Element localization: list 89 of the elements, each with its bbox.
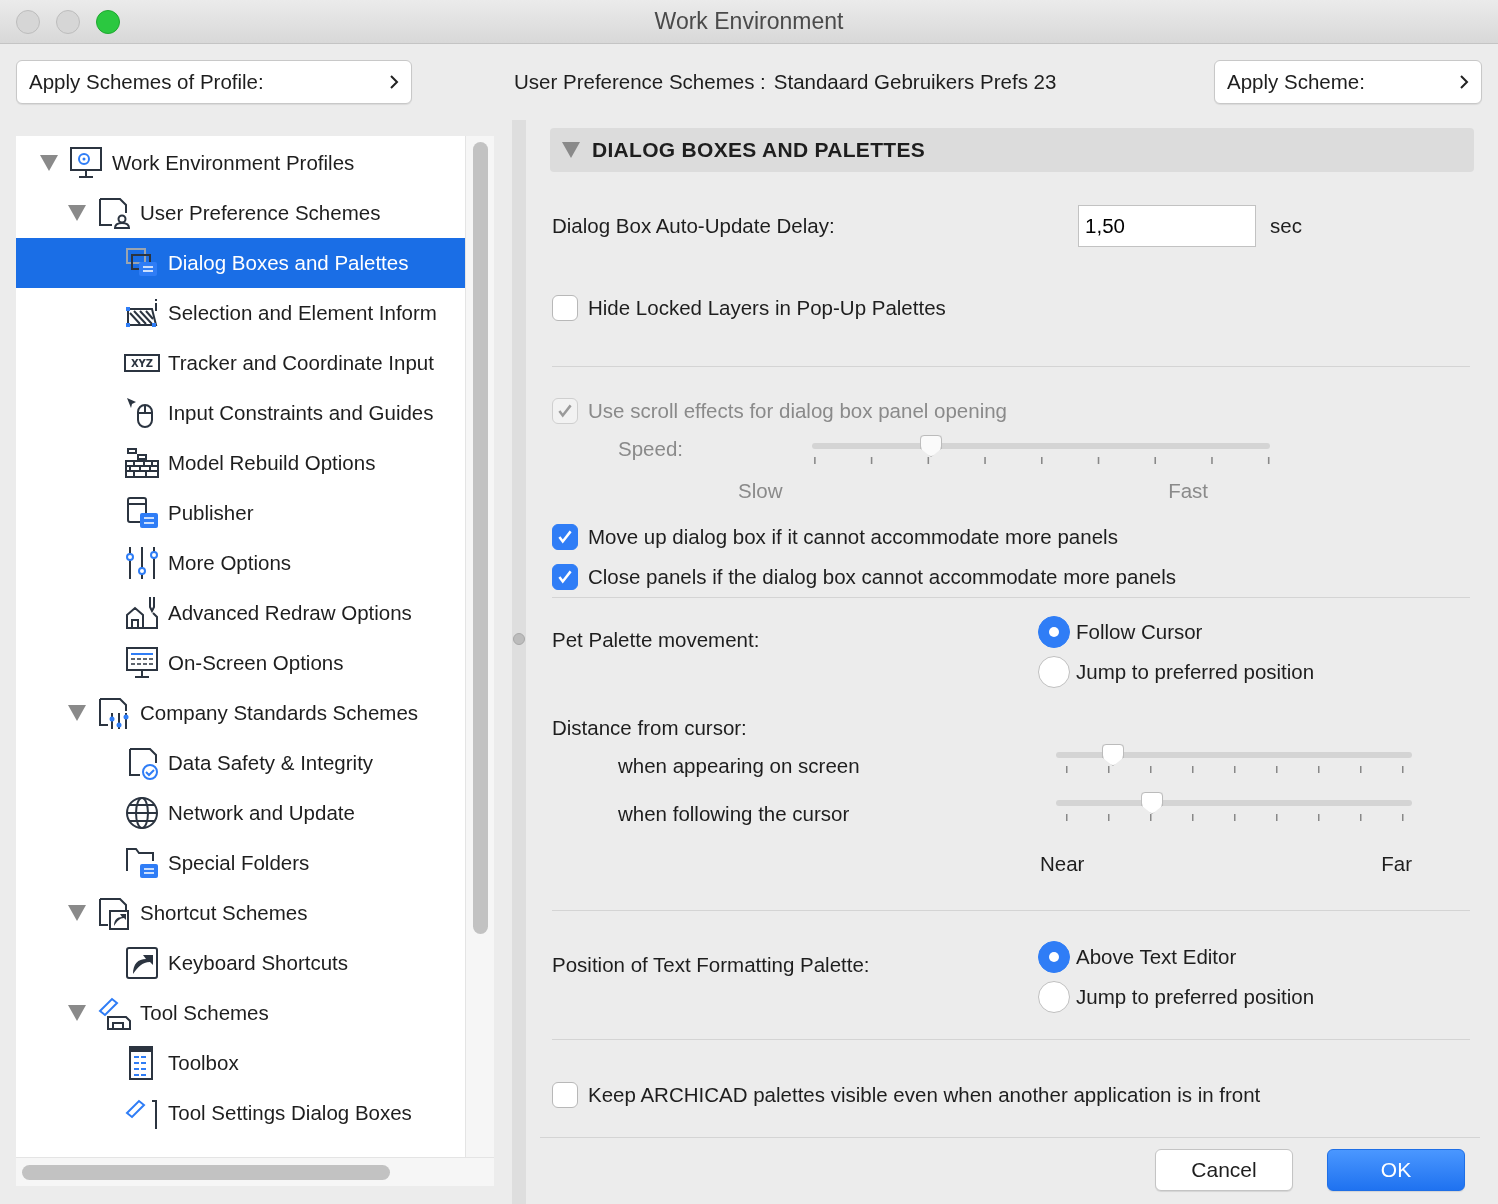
document-list-icon: [124, 495, 160, 531]
floppy-arrow-icon: [96, 895, 132, 931]
tree-item[interactable]: Publisher: [16, 488, 465, 538]
tree-item[interactable]: Work Environment Profiles: [16, 138, 465, 188]
floppy-user-icon: [96, 195, 132, 231]
section-title: DIALOG BOXES AND PALETTES: [592, 138, 926, 162]
bricks-icon: [124, 445, 160, 481]
field-label: Pet Palette movement:: [552, 628, 761, 652]
zoom-button[interactable]: [96, 10, 120, 34]
checkbox[interactable]: [552, 524, 578, 550]
house-icon: [124, 595, 160, 631]
checkbox-label: Keep ARCHICAD palettes visible even when another application is in front: [588, 1083, 1261, 1107]
splitter-handle[interactable]: [512, 120, 526, 1204]
min-label: Slow: [738, 479, 783, 504]
radio-label: Above Text Editor: [1076, 945, 1237, 969]
checkbox-label: Hide Locked Layers in Pop-Up Palettes: [588, 296, 946, 320]
ok-button[interactable]: OK: [1327, 1149, 1465, 1191]
disclosure-triangle-icon[interactable]: [40, 155, 58, 171]
chevron-right-icon: [1459, 74, 1469, 90]
close-button[interactable]: [16, 10, 40, 34]
minimize-button[interactable]: [56, 10, 80, 34]
radio-label: Jump to preferred position: [1076, 660, 1315, 684]
tree-item[interactable]: XYZ Tracker and Coordinate Input: [16, 338, 465, 388]
tree-item[interactable]: User Preference Schemes: [16, 188, 465, 238]
slider-thumb[interactable]: [1101, 744, 1124, 766]
slider-label: Speed:: [617, 436, 684, 461]
radio-button[interactable]: [1038, 981, 1070, 1013]
checkbox[interactable]: [552, 1082, 578, 1108]
field-label: Dialog Box Auto-Update Delay:: [552, 214, 835, 238]
chevron-right-icon: [389, 74, 399, 90]
monitor-icon: [124, 645, 160, 681]
radio-label: Jump to preferred position: [1076, 985, 1315, 1009]
window-title: Work Environment: [654, 8, 844, 35]
globe-icon: [124, 795, 160, 831]
field-label: Distance from cursor:: [552, 716, 748, 741]
coordinate-icon: XYZ: [124, 354, 160, 372]
field-label: Position of Text Formatting Palette:: [552, 953, 871, 977]
apply-scheme-button[interactable]: Apply Scheme:: [1214, 60, 1482, 104]
checkbox-label: Use scroll effects for dialog box panel opening: [588, 399, 1007, 423]
tree-item[interactable]: Tool Schemes: [16, 988, 465, 1038]
tree-item[interactable]: On-Screen Options: [16, 638, 465, 688]
max-label: Fast: [1168, 479, 1208, 504]
unit-label: sec: [1270, 214, 1302, 238]
checkbox-label: Move up dialog box if it cannot accommodate more panels: [588, 525, 1118, 549]
sliders-icon: [124, 545, 160, 581]
apply-profile-button[interactable]: Apply Schemes of Profile:: [16, 60, 412, 104]
radio-button[interactable]: [1038, 616, 1070, 648]
disclosure-triangle-icon[interactable]: [68, 905, 86, 921]
slider-thumb[interactable]: [1141, 792, 1164, 814]
scheme-name: Standaard Gebruikers Prefs 23: [773, 70, 1057, 94]
radio-button[interactable]: [1038, 656, 1070, 688]
disclosure-triangle-icon[interactable]: [68, 1005, 86, 1021]
tree-item[interactable]: Advanced Redraw Options: [16, 588, 465, 638]
checkmark-icon: [556, 568, 574, 586]
checkbox-label: Close panels if the dialog box cannot accommodate more panels: [588, 565, 1176, 589]
tree-item[interactable]: Special Folders: [16, 838, 465, 888]
tree-item[interactable]: Input Constraints and Guides: [16, 388, 465, 438]
tree-item[interactable]: Selection and Element Inform: [16, 288, 465, 338]
section-header[interactable]: DIALOG BOXES AND PALETTES: [550, 128, 1474, 172]
radio-label: Follow Cursor: [1076, 620, 1203, 644]
delay-input[interactable]: 1,50: [1078, 205, 1257, 247]
slider-label: when following the cursor: [617, 801, 851, 826]
tree-item[interactable]: More Options: [16, 538, 465, 588]
max-label: Far: [1381, 852, 1412, 876]
scrollbar-thumb[interactable]: [22, 1164, 390, 1180]
tree-item[interactable]: Model Rebuild Options: [16, 438, 465, 488]
checkbox[interactable]: [552, 564, 578, 590]
tree-item[interactable]: Company Standards Schemes: [16, 688, 465, 738]
checkmark-icon: [556, 528, 574, 546]
cancel-button[interactable]: Cancel: [1155, 1149, 1293, 1191]
tree-item[interactable]: Toolbox: [16, 1038, 465, 1088]
tree-item[interactable]: Network and Update: [16, 788, 465, 838]
tree-item[interactable]: Tool Settings Dialog Boxes: [16, 1088, 465, 1138]
folder-list-icon: [124, 845, 160, 881]
arrow-key-icon: [124, 945, 160, 981]
scrollbar-thumb[interactable]: [472, 142, 488, 934]
radio-button[interactable]: [1038, 941, 1070, 973]
disclosure-triangle-icon[interactable]: [68, 705, 86, 721]
tree-item[interactable]: Dialog Boxes and Palettes: [16, 238, 465, 288]
disclosure-triangle-icon[interactable]: [68, 205, 86, 221]
min-label: Near: [1040, 852, 1085, 876]
checkmark-icon: [556, 402, 574, 420]
checkbox[interactable]: [552, 295, 578, 321]
scheme-label: User Preference Schemes :: [514, 70, 766, 94]
tree-item[interactable]: Keyboard Shortcuts: [16, 938, 465, 988]
disclosure-triangle-icon[interactable]: [562, 142, 580, 158]
tree-item[interactable]: Data Safety & Integrity: [16, 738, 465, 788]
slider-label: when appearing on screen: [617, 753, 861, 778]
tree-item[interactable]: Shortcut Schemes: [16, 888, 465, 938]
